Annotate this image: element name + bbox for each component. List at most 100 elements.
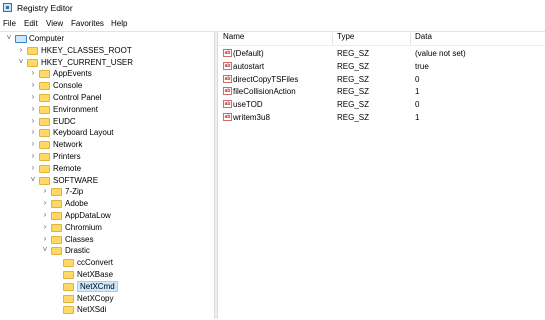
title-bar: Registry Editor [0,0,545,16]
string-value-icon: ab [223,74,232,83]
tree-item[interactable]: NetXBase [0,269,214,281]
value-row[interactable]: ab useTOD REG_SZ 0 [218,99,545,111]
tree-item[interactable]: ˅ Computer [0,33,214,45]
tree-item[interactable]: › Control Panel [0,92,214,104]
chevron-right-icon[interactable]: › [29,116,37,125]
menu-file[interactable]: File [3,19,16,28]
tree-item[interactable]: NetXCmd [0,280,214,293]
string-value-icon: ab [223,49,232,57]
tree-item[interactable]: NetXCopy [0,293,214,305]
chevron-right-icon[interactable]: › [41,199,49,207]
tree-item[interactable]: ˅ Drastic [0,245,214,257]
chevron-down-icon[interactable]: ˅ [41,246,49,254]
tree-item[interactable]: › Adobe [0,198,214,210]
tree-item-label: AppDataLow [65,211,111,220]
chevron-right-icon[interactable]: › [29,128,37,136]
tree-item[interactable]: › Printers [0,151,214,163]
column-header-data[interactable]: Data [415,32,432,45]
tree-item[interactable]: › 7-Zip [0,186,214,198]
chevron-right-icon[interactable]: › [41,187,49,195]
folder-icon [63,259,74,268]
tree-item-label: EUDC [53,116,76,126]
values-list[interactable]: Name Type Data ab (Default) REG_SZ (value n… [218,31,545,320]
menu-help[interactable]: Help [111,19,127,28]
value-data: true [415,61,429,71]
tree-item[interactable]: › AppEvents [0,68,214,80]
value-row[interactable]: ab autostart REG_SZ true [218,61,545,73]
tree-item[interactable]: ccConvert [0,257,214,269]
tree-item-label: NetXSdi [77,305,107,315]
header-divider [218,45,545,46]
tree-item-label: HKEY_CLASSES_ROOT [41,45,132,55]
value-name: (Default) [233,49,264,58]
value-data: 1 [415,113,420,122]
folder-icon [39,176,50,185]
menu-edit[interactable]: Edit [24,19,38,28]
folder-icon [63,294,74,303]
chevron-right-icon[interactable]: › [41,222,49,231]
chevron-down-icon[interactable]: ˅ [29,175,37,184]
chevron-right-icon[interactable]: › [17,45,25,54]
tree-item-label: 7-Zip [65,187,84,197]
chevron-down-icon[interactable]: ˅ [5,34,13,42]
folder-icon [27,46,38,55]
tree-item[interactable]: ˅ SOFTWARE [0,175,214,187]
folder-icon [63,282,74,291]
value-row[interactable]: ab (Default) REG_SZ (value not set) [218,48,545,60]
tree-item-label: Console [53,81,83,91]
string-value-icon: ab [223,113,232,121]
value-data: 1 [415,87,420,97]
value-row[interactable]: ab writem3u8 REG_SZ 1 [218,112,545,124]
menu-favorites[interactable]: Favorites [71,19,104,28]
tree-item[interactable]: › Classes [0,234,214,246]
column-header-type[interactable]: Type [337,32,354,45]
menu-view[interactable]: View [46,19,63,28]
tree-item[interactable]: › Console [0,80,214,92]
folder-icon [27,58,38,67]
tree-item[interactable]: › Network [0,139,214,151]
tree-item-label: Remote [53,163,82,173]
column-divider[interactable] [332,33,333,45]
folder-icon [39,105,50,114]
tree-item-label: Printers [53,152,81,161]
string-value-icon: ab [223,100,232,109]
value-row[interactable]: ab directCopyTSFiles REG_SZ 0 [218,74,545,86]
tree-item[interactable]: › Keyboard Layout [0,127,214,139]
tree-item[interactable]: › Environment [0,104,214,116]
tree-item-label: Environment [53,104,98,114]
chevron-right-icon[interactable]: › [29,163,37,172]
tree-item[interactable]: NetXSdi [0,304,214,316]
regedit-icon [3,3,12,12]
tree-item-label: Computer [29,34,65,43]
tree-item[interactable]: › EUDC [0,116,214,128]
value-row[interactable]: ab fileCollisionAction REG_SZ 1 [218,86,545,98]
tree-item-label: NetXCopy [77,293,114,303]
tree-item[interactable]: › Remote [0,163,214,175]
value-data: 0 [415,100,420,110]
chevron-right-icon[interactable]: › [29,140,37,148]
tree-item-label: NetXBase [77,270,114,279]
chevron-right-icon[interactable]: › [41,234,49,243]
tree-item[interactable]: ˅ HKEY_CURRENT_USER [0,57,214,69]
chevron-right-icon[interactable]: › [29,104,37,113]
folder-icon [39,70,50,79]
column-divider[interactable] [410,33,411,45]
tree-item-label: Network [53,140,83,150]
tree-item[interactable]: › Chromium [0,222,214,234]
tree-item[interactable]: › HKEY_CLASSES_ROOT [0,45,214,57]
folder-icon [51,200,62,209]
registry-tree[interactable]: ˅ Computer › HKEY_CLASSES_ROOT ˅ HKEY_CURRENT… [0,31,214,320]
tree-item-label: AppEvents [53,69,92,79]
chevron-right-icon[interactable]: › [41,211,49,219]
column-header-name[interactable]: Name [223,32,244,45]
window-title: Registry Editor [17,3,73,13]
folder-icon [63,271,74,279]
value-type: REG_SZ [337,49,370,58]
tree-item[interactable]: › AppDataLow [0,210,214,222]
chevron-right-icon[interactable]: › [29,93,37,101]
chevron-down-icon[interactable]: ˅ [17,57,25,66]
chevron-right-icon[interactable]: › [29,152,37,160]
chevron-right-icon[interactable]: › [29,69,37,77]
chevron-right-icon[interactable]: › [29,81,37,89]
string-value-icon: ab [223,87,232,96]
